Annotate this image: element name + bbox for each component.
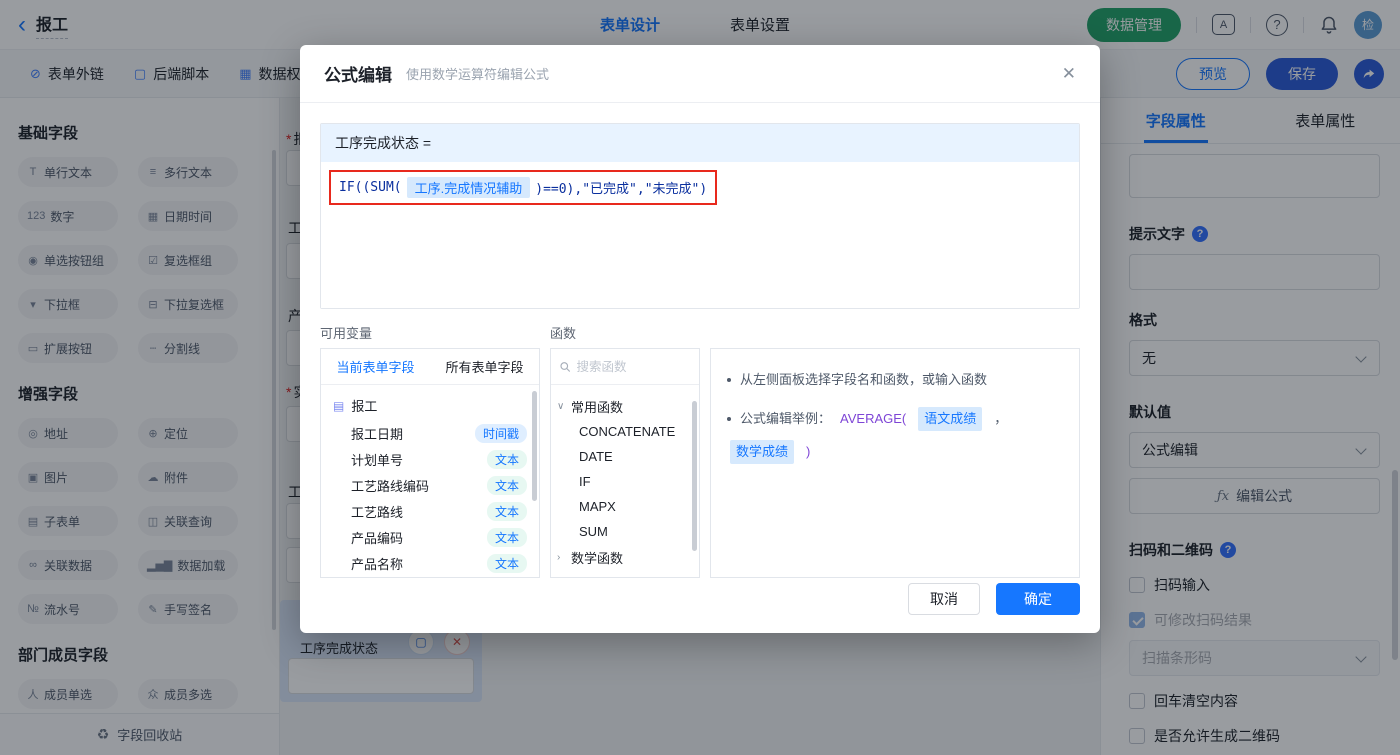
- variables-panel: 当前表单字段 所有表单字段 ▤ 报工 报工日期 时间戳 计划单号 文本 工艺路线编码文…: [320, 348, 540, 578]
- variables-label: 可用变量: [320, 326, 373, 341]
- modal-header: 公式编辑 使用数学运算符编辑公式 ✕: [300, 45, 1100, 103]
- field-chip[interactable]: 工序.完成情况辅助: [406, 177, 531, 198]
- cancel-button[interactable]: 取消: [908, 583, 980, 615]
- chevron-down-icon: ∨: [557, 400, 565, 412]
- function-group-math[interactable]: › 数学函数: [557, 544, 693, 570]
- file-icon: ▤: [333, 398, 345, 413]
- variable-row[interactable]: 产品名称 文本: [321, 550, 539, 576]
- close-icon[interactable]: ✕: [1062, 64, 1076, 84]
- formula-area: 工序完成状态 = IF((SUM(工序.完成情况辅助)==0),"已完成","未…: [320, 123, 1080, 309]
- function-search: [551, 349, 699, 385]
- variable-row[interactable]: 产品编码 文本: [321, 524, 539, 550]
- help-tip-2: 公式编辑举例： AVERAGE(语文成绩，数学成绩): [727, 407, 1063, 464]
- formula-editor-modal: 公式编辑 使用数学运算符编辑公式 ✕ 工序完成状态 = IF((SUM(工序.完…: [300, 45, 1100, 633]
- type-badge: 文本: [486, 449, 527, 469]
- variable-row[interactable]: 工艺路线编码 文本: [321, 472, 539, 498]
- function-group-common[interactable]: ∨ 常用函数: [557, 393, 693, 419]
- panel-labels: 可用变量 函数: [320, 323, 1080, 342]
- function-item[interactable]: MAPX: [557, 494, 693, 519]
- type-badge: 文本: [486, 527, 527, 547]
- app-screen: ‹ 报工 表单设计 表单设置 数据管理 A ? 检 ⊘ 表单外链 ▢ 后端脚本 ▦ 数…: [0, 0, 1400, 755]
- function-search-input[interactable]: [576, 359, 690, 374]
- variable-row[interactable]: 报工日期 时间戳: [321, 420, 539, 446]
- function-item[interactable]: SUM: [557, 519, 693, 544]
- function-item[interactable]: DATE: [557, 444, 693, 469]
- bullet: [727, 417, 731, 421]
- functions-panel: ∨常用函数 CONCATENATE DATE IF MAPX SUM ›数学函数…: [550, 348, 700, 578]
- bullet: [727, 378, 731, 382]
- function-item[interactable]: IF: [557, 469, 693, 494]
- formula-input[interactable]: IF((SUM(工序.完成情况辅助)==0),"已完成","未完成"): [321, 162, 1079, 308]
- tab-current-form-fields[interactable]: 当前表单字段: [321, 349, 430, 384]
- modal-footer: 取消 确定: [908, 583, 1080, 615]
- variables-scrollbar[interactable]: [532, 391, 537, 501]
- function-tree: ∨ 常用函数 CONCATENATE DATE IF MAPX SUM › 数学函数…: [551, 385, 699, 578]
- variables-tabs: 当前表单字段 所有表单字段: [321, 349, 539, 385]
- confirm-button[interactable]: 确定: [996, 583, 1080, 615]
- tab-all-form-fields[interactable]: 所有表单字段: [430, 349, 539, 384]
- function-example-close: ): [806, 444, 811, 459]
- search-icon: [560, 361, 571, 372]
- chevron-right-icon: ›: [557, 551, 561, 563]
- formula-help-panel: 从左侧面板选择字段名和函数，或输入函数 公式编辑举例： AVERAGE(语文成绩，…: [710, 348, 1080, 578]
- type-badge: 文本: [486, 501, 527, 521]
- variables-root[interactable]: ▤ 报工: [321, 393, 539, 420]
- function-group-text[interactable]: ›文本函数: [557, 570, 693, 578]
- formula-expression[interactable]: IF((SUM(工序.完成情况辅助)==0),"已完成","未完成"): [329, 170, 718, 205]
- functions-label: 函数: [550, 326, 577, 341]
- function-example: AVERAGE(: [840, 411, 907, 426]
- variable-row[interactable]: 工艺路线 文本: [321, 498, 539, 524]
- type-badge: 时间戳: [474, 423, 527, 443]
- field-chip: 语文成绩: [918, 407, 983, 431]
- variable-row[interactable]: 计划单号 文本: [321, 446, 539, 472]
- function-item[interactable]: CONCATENATE: [557, 419, 693, 444]
- type-badge: 文本: [486, 553, 527, 573]
- type-badge: 文本: [486, 475, 527, 495]
- panel-row: 当前表单字段 所有表单字段 ▤ 报工 报工日期 时间戳 计划单号 文本 工艺路线编码文…: [320, 348, 1080, 578]
- modal-subtitle: 使用数学运算符编辑公式: [406, 67, 550, 82]
- field-chip: 数学成绩: [730, 440, 795, 464]
- chevron-right-icon: ›: [557, 578, 565, 579]
- help-tip-1: 从左侧面板选择字段名和函数，或输入函数: [727, 369, 1063, 391]
- formula-target: 工序完成状态 =: [321, 124, 1079, 162]
- functions-scrollbar[interactable]: [692, 401, 697, 551]
- modal-title: 公式编辑: [324, 66, 392, 85]
- variables-tree: ▤ 报工 报工日期 时间戳 计划单号 文本 工艺路线编码 文本 工艺路线 文本 产品编码文…: [321, 385, 539, 577]
